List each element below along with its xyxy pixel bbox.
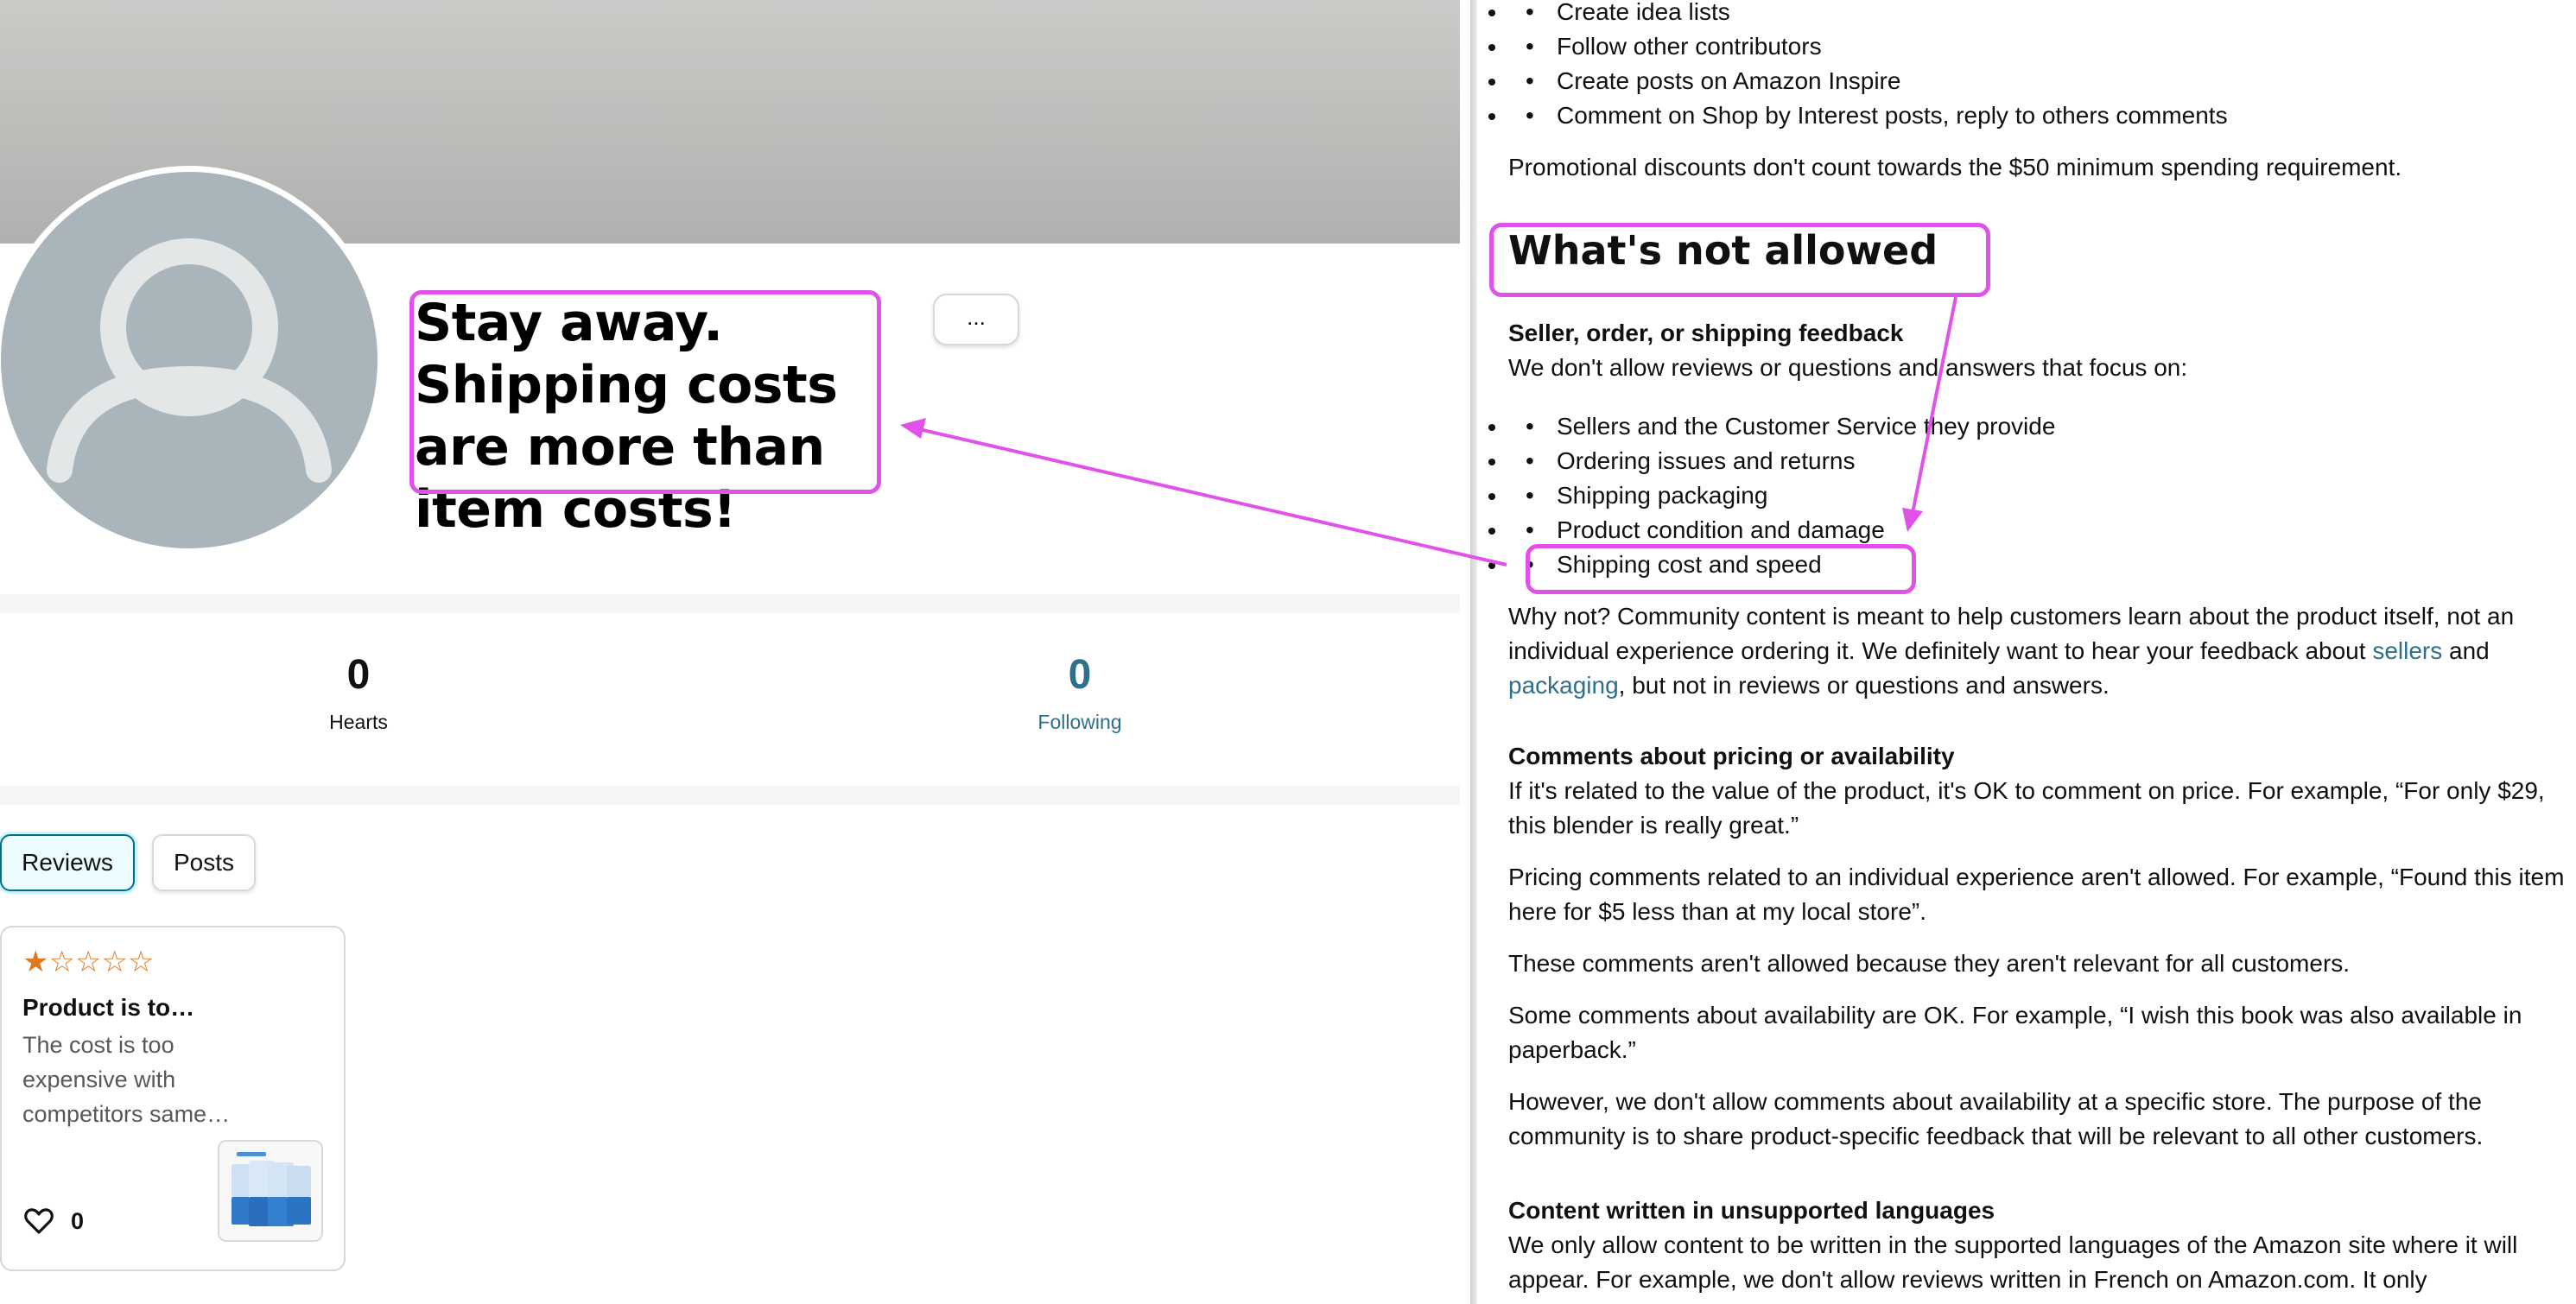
arrowhead-icon [900, 418, 926, 439]
arrowhead-icon [1902, 508, 1923, 532]
annotation-arrow [918, 427, 1507, 567]
annotation-arrow [1911, 296, 1957, 514]
annotation-arrows [900, 296, 1957, 567]
